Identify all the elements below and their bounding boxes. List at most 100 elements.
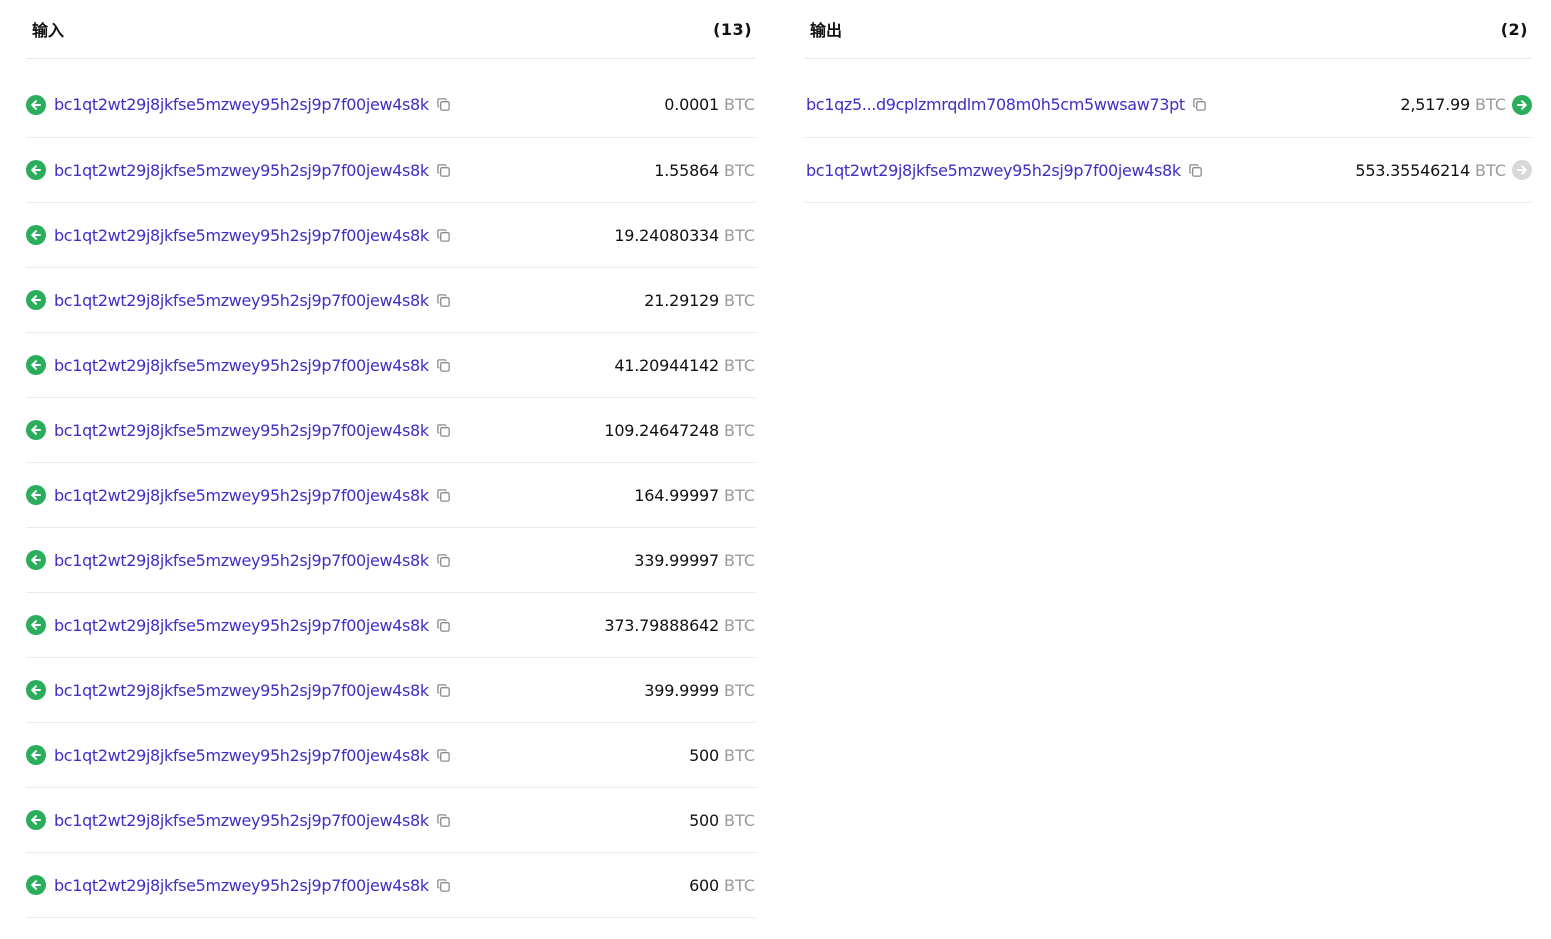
input-address-link[interactable]: bc1qt2wt29j8jkfse5mzwey95h2sj9p7f00jew4s… xyxy=(54,681,429,700)
input-address-link[interactable]: bc1qt2wt29j8jkfse5mzwey95h2sj9p7f00jew4s… xyxy=(54,226,429,245)
inputs-header: 输入 (13) xyxy=(26,0,756,59)
copy-icon[interactable] xyxy=(1191,96,1209,114)
outputs-list: bc1qz5...d9cplzmrqdlm708m0h5cm5wwsaw73pt… xyxy=(804,59,1532,203)
input-address-link[interactable]: bc1qt2wt29j8jkfse5mzwey95h2sj9p7f00jew4s… xyxy=(54,486,429,505)
arrow-left-circle-icon xyxy=(26,420,46,440)
copy-icon[interactable] xyxy=(435,96,453,114)
input-unit: BTC xyxy=(724,95,755,114)
arrow-left-circle-icon xyxy=(26,225,46,245)
input-amount: 164.99997 xyxy=(634,485,720,505)
outputs-count: (2) xyxy=(1500,19,1528,39)
input-unit: BTC xyxy=(724,680,755,700)
copy-icon[interactable] xyxy=(435,551,453,569)
copy-icon[interactable] xyxy=(435,811,453,829)
input-address-link[interactable]: bc1qt2wt29j8jkfse5mzwey95h2sj9p7f00jew4s… xyxy=(54,811,429,830)
input-amount: 41.20944142 xyxy=(614,355,720,375)
arrow-left-circle-icon xyxy=(26,290,46,310)
arrow-left-circle-icon xyxy=(26,875,46,895)
outputs-header: 输出 (2) xyxy=(804,0,1532,59)
arrow-left-circle-icon xyxy=(26,485,46,505)
arrow-left-circle-icon xyxy=(26,680,46,700)
arrow-right-circle-icon xyxy=(1512,160,1532,180)
input-address-link[interactable]: bc1qt2wt29j8jkfse5mzwey95h2sj9p7f00jew4s… xyxy=(54,746,429,765)
arrow-left-circle-icon xyxy=(26,810,46,830)
input-unit: BTC xyxy=(724,485,755,505)
input-amount: 399.9999 xyxy=(644,680,720,700)
arrow-left-circle-icon xyxy=(26,550,46,570)
inputs-panel: 输入 (13) bc1qt2wt29j8jkfse5mzwey95h2sj9p7… xyxy=(26,0,756,918)
input-address-link[interactable]: bc1qt2wt29j8jkfse5mzwey95h2sj9p7f00jew4s… xyxy=(54,291,429,310)
output-amount: 553.35546214 xyxy=(1355,160,1471,180)
input-amount: 500 xyxy=(689,745,720,765)
copy-icon[interactable] xyxy=(435,421,453,439)
input-row: bc1qt2wt29j8jkfse5mzwey95h2sj9p7f00jew4s… xyxy=(26,658,756,723)
input-row: bc1qt2wt29j8jkfse5mzwey95h2sj9p7f00jew4s… xyxy=(26,72,756,138)
input-row: bc1qt2wt29j8jkfse5mzwey95h2sj9p7f00jew4s… xyxy=(26,398,756,463)
input-row: bc1qt2wt29j8jkfse5mzwey95h2sj9p7f00jew4s… xyxy=(26,268,756,333)
output-row: bc1qz5...d9cplzmrqdlm708m0h5cm5wwsaw73pt… xyxy=(804,72,1532,138)
input-amount: 600 xyxy=(689,875,720,895)
copy-icon[interactable] xyxy=(435,291,453,309)
copy-icon[interactable] xyxy=(435,226,453,244)
input-address-link[interactable]: bc1qt2wt29j8jkfse5mzwey95h2sj9p7f00jew4s… xyxy=(54,421,429,440)
input-unit: BTC xyxy=(724,290,755,310)
input-unit: BTC xyxy=(724,745,755,765)
copy-icon[interactable] xyxy=(435,876,453,894)
input-amount: 339.99997 xyxy=(634,550,720,570)
arrow-left-circle-icon xyxy=(26,94,46,115)
output-address-link[interactable]: bc1qt2wt29j8jkfse5mzwey95h2sj9p7f00jew4s… xyxy=(806,161,1181,180)
input-amount: 19.24080334 xyxy=(614,225,720,245)
output-unit: BTC xyxy=(1475,95,1506,114)
input-row: bc1qt2wt29j8jkfse5mzwey95h2sj9p7f00jew4s… xyxy=(26,593,756,658)
inputs-count: (13) xyxy=(713,19,752,39)
input-amount: 0.0001 xyxy=(664,95,720,114)
input-address-link[interactable]: bc1qt2wt29j8jkfse5mzwey95h2sj9p7f00jew4s… xyxy=(54,356,429,375)
copy-icon[interactable] xyxy=(435,486,453,504)
copy-icon[interactable] xyxy=(1187,161,1205,179)
input-address-link[interactable]: bc1qt2wt29j8jkfse5mzwey95h2sj9p7f00jew4s… xyxy=(54,95,429,114)
output-address-link[interactable]: bc1qz5...d9cplzmrqdlm708m0h5cm5wwsaw73pt xyxy=(806,95,1185,114)
output-amount: 2,517.99 xyxy=(1400,95,1471,114)
input-unit: BTC xyxy=(724,420,755,440)
input-row: bc1qt2wt29j8jkfse5mzwey95h2sj9p7f00jew4s… xyxy=(26,203,756,268)
input-unit: BTC xyxy=(724,810,755,830)
outputs-title: 输出 xyxy=(810,21,843,40)
input-amount: 21.29129 xyxy=(644,290,720,310)
input-unit: BTC xyxy=(724,355,755,375)
input-address-link[interactable]: bc1qt2wt29j8jkfse5mzwey95h2sj9p7f00jew4s… xyxy=(54,616,429,635)
input-row: bc1qt2wt29j8jkfse5mzwey95h2sj9p7f00jew4s… xyxy=(26,463,756,528)
input-row: bc1qt2wt29j8jkfse5mzwey95h2sj9p7f00jew4s… xyxy=(26,723,756,788)
input-row: bc1qt2wt29j8jkfse5mzwey95h2sj9p7f00jew4s… xyxy=(26,853,756,918)
input-address-link[interactable]: bc1qt2wt29j8jkfse5mzwey95h2sj9p7f00jew4s… xyxy=(54,161,429,180)
input-row: bc1qt2wt29j8jkfse5mzwey95h2sj9p7f00jew4s… xyxy=(26,138,756,203)
outputs-panel: 输出 (2) bc1qz5...d9cplzmrqdlm708m0h5cm5ww… xyxy=(804,0,1532,203)
copy-icon[interactable] xyxy=(435,681,453,699)
input-address-link[interactable]: bc1qt2wt29j8jkfse5mzwey95h2sj9p7f00jew4s… xyxy=(54,551,429,570)
input-unit: BTC xyxy=(724,160,755,180)
arrow-right-circle-icon[interactable] xyxy=(1512,94,1532,115)
copy-icon[interactable] xyxy=(435,616,453,634)
input-row: bc1qt2wt29j8jkfse5mzwey95h2sj9p7f00jew4s… xyxy=(26,528,756,593)
copy-icon[interactable] xyxy=(435,356,453,374)
input-row: bc1qt2wt29j8jkfse5mzwey95h2sj9p7f00jew4s… xyxy=(26,333,756,398)
copy-icon[interactable] xyxy=(435,161,453,179)
arrow-left-circle-icon xyxy=(26,160,46,180)
arrow-left-circle-icon xyxy=(26,615,46,635)
input-amount: 500 xyxy=(689,810,720,830)
arrow-left-circle-icon xyxy=(26,355,46,375)
input-unit: BTC xyxy=(724,550,755,570)
input-address-link[interactable]: bc1qt2wt29j8jkfse5mzwey95h2sj9p7f00jew4s… xyxy=(54,876,429,895)
input-amount: 1.55864 xyxy=(654,160,720,180)
input-amount: 109.24647248 xyxy=(604,420,720,440)
input-amount: 373.79888642 xyxy=(604,615,720,635)
inputs-title: 输入 xyxy=(32,21,65,40)
input-unit: BTC xyxy=(724,225,755,245)
copy-icon[interactable] xyxy=(435,746,453,764)
output-row: bc1qt2wt29j8jkfse5mzwey95h2sj9p7f00jew4s… xyxy=(804,138,1532,203)
arrow-left-circle-icon xyxy=(26,745,46,765)
output-unit: BTC xyxy=(1475,160,1506,180)
input-unit: BTC xyxy=(724,875,755,895)
inputs-list: bc1qt2wt29j8jkfse5mzwey95h2sj9p7f00jew4s… xyxy=(26,59,756,918)
input-row: bc1qt2wt29j8jkfse5mzwey95h2sj9p7f00jew4s… xyxy=(26,788,756,853)
input-unit: BTC xyxy=(724,615,755,635)
